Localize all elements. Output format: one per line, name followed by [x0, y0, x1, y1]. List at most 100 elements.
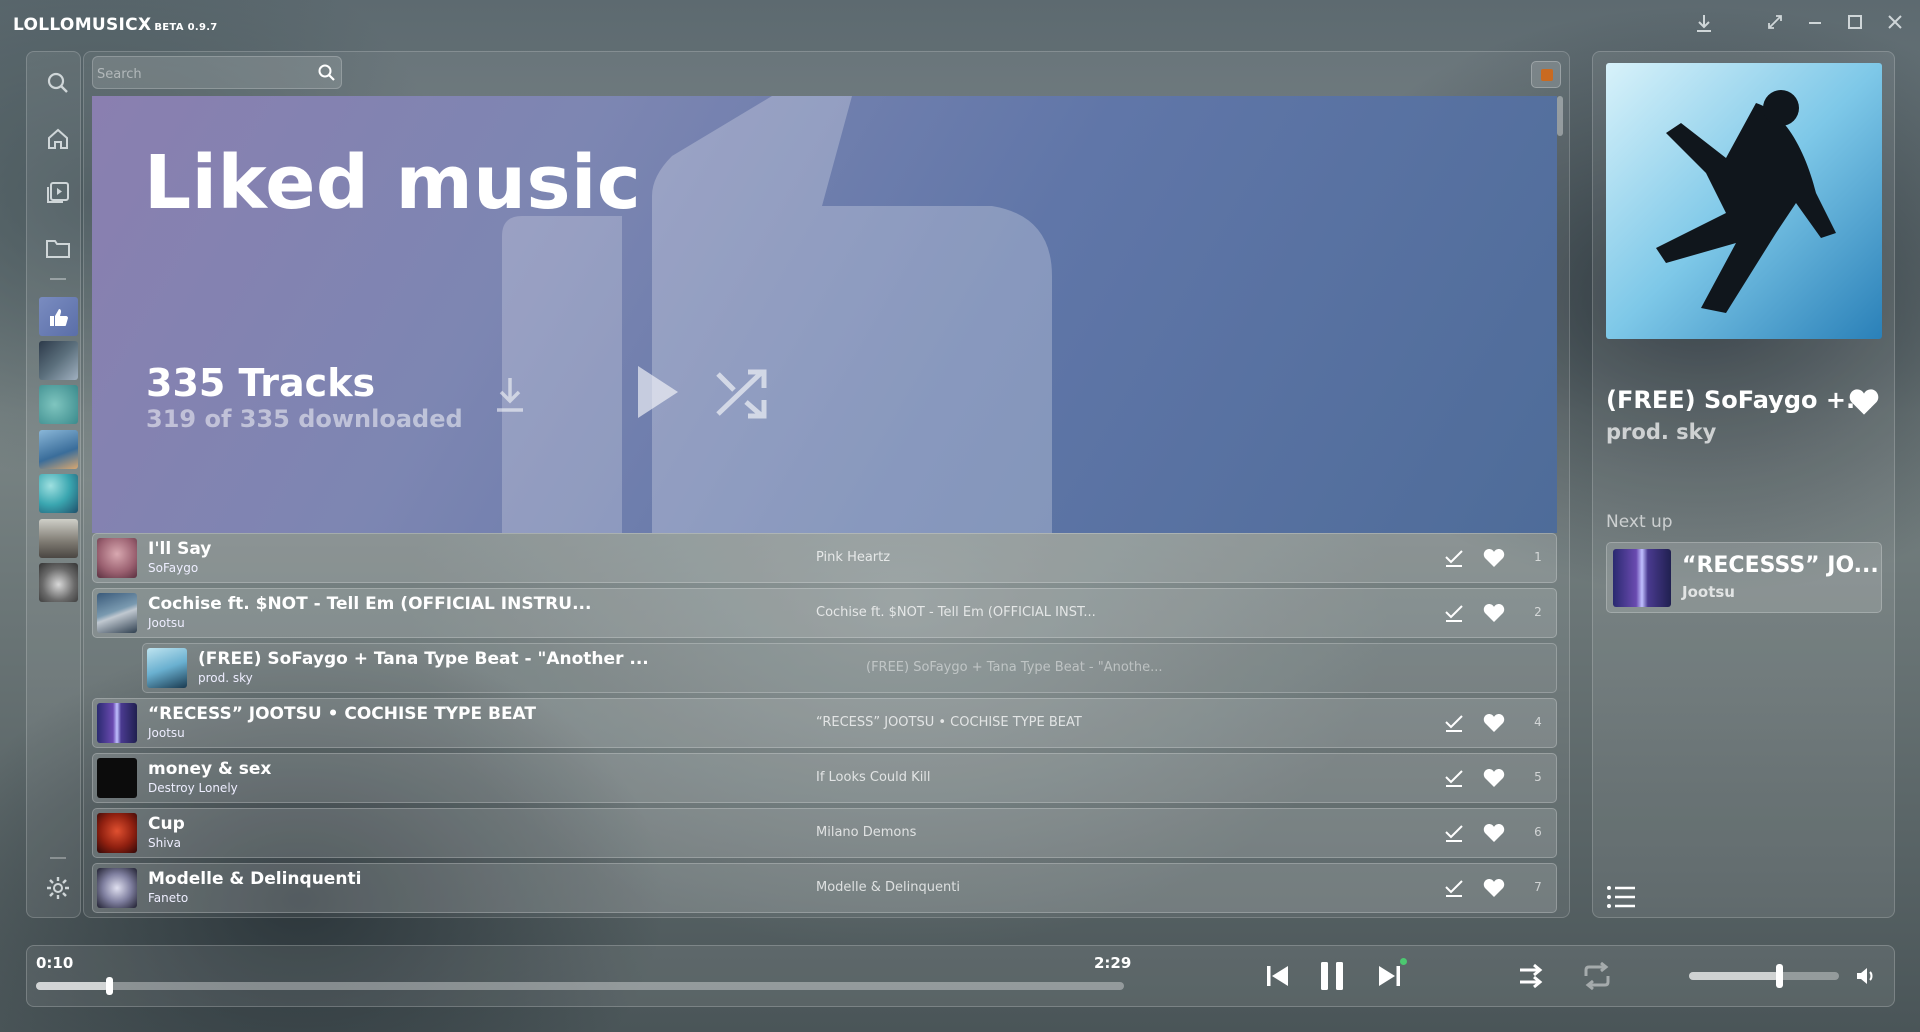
track-title: Modelle & Delinquenti	[148, 869, 362, 889]
track-number: 4	[1534, 715, 1542, 729]
like-heart-icon[interactable]	[1483, 878, 1505, 898]
playlist-thumb-7[interactable]	[39, 563, 78, 602]
track-number: 6	[1534, 825, 1542, 839]
now-playing-art	[1606, 63, 1882, 339]
app-name: LOLLOMUSICX	[13, 15, 152, 35]
minimize-icon[interactable]	[1803, 13, 1827, 37]
track-row[interactable]: money & sex Destroy Lonely If Looks Coul…	[92, 753, 1557, 803]
now-playing-artist: prod. sky	[1606, 420, 1717, 444]
playlist-thumb-5[interactable]	[39, 474, 78, 513]
volume-slider[interactable]	[1689, 972, 1839, 980]
track-art	[97, 868, 137, 908]
next-status-dot	[1400, 958, 1407, 965]
track-number: 5	[1534, 770, 1542, 784]
downloaded-check-icon	[1443, 712, 1465, 734]
track-artist: Faneto	[148, 891, 189, 905]
shuffle-playlist-icon[interactable]	[714, 366, 772, 422]
track-title: Cup	[148, 814, 185, 834]
pause-icon[interactable]	[1315, 959, 1349, 993]
track-artist: Shiva	[148, 836, 182, 850]
track-number: 2	[1534, 605, 1542, 619]
next-up-artist: Jootsu	[1682, 583, 1735, 601]
like-heart-icon[interactable]	[1483, 548, 1505, 568]
track-album: Pink Heartz	[816, 550, 891, 565]
track-art	[97, 758, 137, 798]
like-heart-icon[interactable]	[1483, 713, 1505, 733]
download-icon[interactable]	[1692, 13, 1716, 37]
seek-handle[interactable]	[106, 977, 113, 995]
notification-dot	[1541, 69, 1553, 81]
liked-music-playlist[interactable]	[39, 297, 78, 336]
downloaded-check-icon	[1443, 877, 1465, 899]
track-artist: Jootsu	[148, 616, 185, 630]
track-album: (FREE) SoFaygo + Tana Type Beat - "Anoth…	[866, 660, 1163, 675]
total-time: 2:29	[1094, 954, 1132, 972]
search-nav-icon[interactable]	[42, 67, 74, 99]
app-title: LOLLOMUSICX BETA 0.9.7	[13, 15, 218, 35]
track-count: 335 Tracks	[146, 361, 376, 405]
playlist-thumb-6[interactable]	[39, 519, 78, 558]
volume-level	[1689, 972, 1779, 980]
downloaded-check-icon	[1443, 822, 1465, 844]
volume-handle[interactable]	[1776, 964, 1783, 988]
track-artist: Jootsu	[148, 726, 185, 740]
track-album: “RECESS” JOOTSU • COCHISE TYPE BEAT	[816, 715, 1082, 730]
scrollbar[interactable]	[1557, 96, 1563, 136]
previous-icon[interactable]	[1261, 959, 1295, 993]
track-artist: Destroy Lonely	[148, 781, 238, 795]
like-heart-icon[interactable]	[1483, 603, 1505, 623]
shuffle-icon[interactable]	[1516, 959, 1550, 993]
repeat-icon[interactable]	[1580, 959, 1614, 993]
volume-icon[interactable]	[1849, 959, 1883, 993]
track-title: Cochise ft. $NOT - Tell Em (OFFICIAL INS…	[148, 594, 592, 614]
queue-list-icon[interactable]	[1606, 884, 1638, 910]
track-row-now-playing[interactable]: (FREE) SoFaygo + Tana Type Beat - "Anoth…	[142, 643, 1557, 693]
track-row[interactable]: I'll Say SoFaygo Pink Heartz 1	[92, 533, 1557, 583]
rail-divider	[50, 278, 66, 280]
playlist-hero: Liked music 335 Tracks 319 of 335 downlo…	[92, 96, 1557, 533]
playlist-thumb-2[interactable]	[39, 341, 78, 380]
close-icon[interactable]	[1883, 13, 1907, 37]
app-version: BETA 0.9.7	[154, 22, 218, 33]
download-playlist-icon[interactable]	[492, 374, 528, 414]
playlist-thumb-4[interactable]	[39, 430, 78, 469]
like-heart-icon[interactable]	[1483, 768, 1505, 788]
track-artist: SoFaygo	[148, 561, 199, 575]
track-album: Milano Demons	[816, 825, 917, 840]
downloaded-check-icon	[1443, 602, 1465, 624]
like-heart-icon[interactable]	[1483, 823, 1505, 843]
track-row[interactable]: “RECESS” JOOTSU • COCHISE TYPE BEAT Joot…	[92, 698, 1557, 748]
home-icon[interactable]	[42, 123, 74, 155]
search-box[interactable]	[92, 56, 342, 89]
search-input[interactable]	[97, 64, 297, 84]
now-playing-title: (FREE) SoFaygo +...	[1606, 386, 1874, 414]
now-playing-heart-icon[interactable]	[1848, 388, 1880, 416]
track-number: 7	[1534, 880, 1542, 894]
next-up-card[interactable]: “RECESSS” JO... Jootsu	[1606, 542, 1882, 613]
track-art	[97, 593, 137, 633]
playlist-thumb-3[interactable]	[39, 385, 78, 424]
track-art	[97, 538, 137, 578]
download-status: 319 of 335 downloaded	[146, 405, 463, 433]
track-row[interactable]: Cup Shiva Milano Demons 6	[92, 808, 1557, 858]
rail-divider-bottom	[50, 857, 66, 859]
seek-progress	[36, 982, 109, 990]
track-art	[147, 648, 187, 688]
player-bar	[26, 945, 1895, 1007]
seek-bar[interactable]	[36, 982, 1124, 990]
downloaded-check-icon	[1443, 547, 1465, 569]
play-playlist-icon[interactable]	[632, 362, 682, 422]
track-artist: prod. sky	[198, 671, 253, 685]
playlist-title: Liked music	[144, 140, 642, 226]
track-row[interactable]: Cochise ft. $NOT - Tell Em (OFFICIAL INS…	[92, 588, 1557, 638]
track-title: (FREE) SoFaygo + Tana Type Beat - "Anoth…	[198, 649, 649, 669]
maximize-icon[interactable]	[1843, 13, 1867, 37]
search-icon[interactable]	[317, 63, 337, 83]
current-time: 0:10	[36, 954, 74, 972]
track-row[interactable]: Modelle & Delinquenti Faneto Modelle & D…	[92, 863, 1557, 913]
notification-button[interactable]	[1531, 61, 1561, 88]
library-icon[interactable]	[42, 177, 74, 209]
folder-icon[interactable]	[42, 232, 74, 264]
settings-gear-icon[interactable]	[42, 872, 74, 904]
fullscreen-icon[interactable]	[1763, 13, 1787, 37]
